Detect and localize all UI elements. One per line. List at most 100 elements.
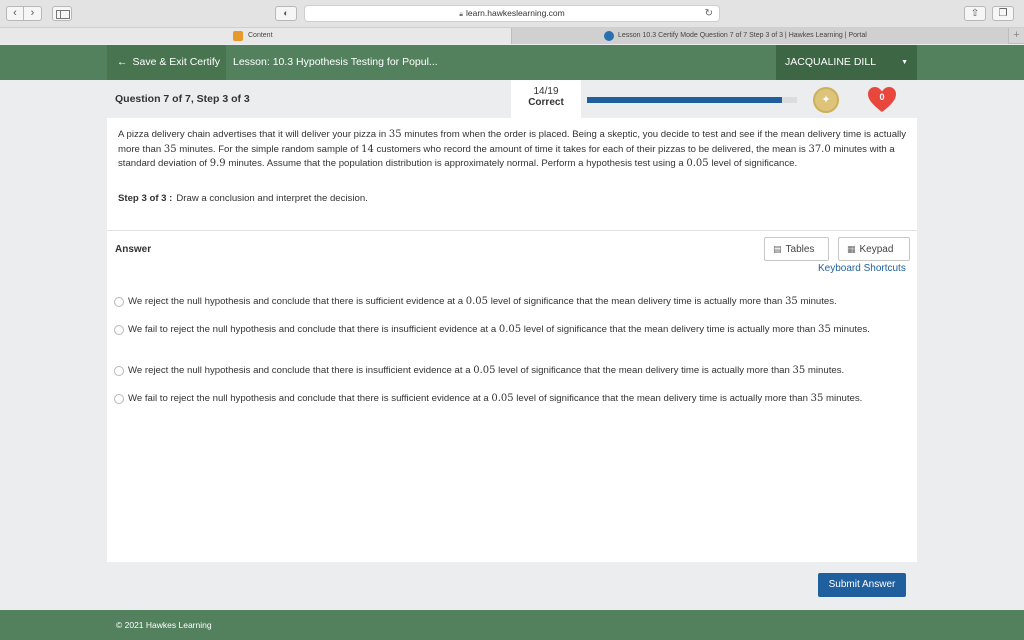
shield-icon: ◐ [283,8,289,18]
caret-down-icon: ▼ [901,59,908,66]
answer-option-2[interactable]: We fail to reject the null hypothesis an… [114,323,914,337]
option-number: 0.05 [491,393,514,404]
option-number: 0.05 [498,324,522,335]
option-number: 0.05 [473,365,496,376]
progress-bar-fill [587,97,783,103]
question-number: 35 [388,129,402,140]
option-number: 0.05 [465,296,489,307]
nav-buttons: ‹ › [6,6,42,21]
option-text: We fail to reject the null hypothesis an… [128,392,862,406]
option-text-part: minutes. [805,365,845,376]
question-number: 35 [163,143,177,155]
score-box: 14/19 Correct [511,80,581,118]
answer-option-3[interactable]: We reject the null hypothesis and conclu… [114,364,914,378]
content-favicon-icon [233,31,243,41]
user-menu[interactable]: JACQUALINE DILL ▼ [776,45,917,80]
question-text-part: A pizza delivery chain advertises that i… [118,129,389,140]
shield-button[interactable]: ◐ [275,6,297,21]
chevron-right-icon: › [30,7,35,19]
reload-icon[interactable]: ↻ [705,6,713,21]
progress-bar [587,97,797,103]
answer-label: Answer [115,244,152,255]
question-number: 9.9 [209,158,226,169]
tab-content[interactable]: Content [0,28,512,44]
step-text: Draw a conclusion and interpret the deci… [176,193,368,204]
user-name: JACQUALINE DILL [785,56,877,68]
step-instruction: Step 3 of 3 : Draw a conclusion and inter… [118,193,368,204]
radio-button[interactable] [114,394,124,404]
question-text-part: minutes. Assume that the population dist… [225,158,687,169]
new-tab-button[interactable]: + [1008,28,1024,44]
lock-icon: 🔒︎ [459,11,463,18]
tab-label: Lesson 10.3 Certify Mode Question 7 of 7… [618,32,867,39]
question-text-part: customers who record the amount of time … [373,143,809,155]
lesson-title: Lesson: 10.3 Hypothesis Testing for Popu… [233,56,438,68]
divider [107,230,917,231]
option-text-part: minutes. [823,393,863,404]
table-icon: ▤ [773,244,782,254]
score-label: Correct [528,97,564,108]
option-text-part: level of significance that the mean deli… [521,324,819,335]
answer-option-1[interactable]: We reject the null hypothesis and conclu… [114,295,914,309]
keypad-button[interactable]: ▦ Keypad [838,237,910,261]
tab-bar: Content Lesson 10.3 Certify Mode Questio… [0,28,1024,44]
radio-button[interactable] [114,325,124,335]
hearts-count: 0 [879,92,885,102]
option-text-part: minutes. [830,324,870,335]
url-text: learn.hawkeslearning.com [465,8,565,18]
question-number: 0.05 [686,158,709,169]
share-icon: ⇧ [970,8,980,19]
arrow-left-icon: ← [117,56,128,68]
sidebar-toggle-button[interactable] [52,6,72,21]
coin-icon[interactable]: ✦ [813,87,839,113]
question-text: A pizza delivery chain advertises that i… [118,128,908,172]
option-text-part: We fail to reject the null hypothesis an… [128,324,499,335]
save-exit-button[interactable]: ← Save & Exit Certify [107,45,226,80]
option-number: 35 [792,365,806,376]
option-text-part: level of significance that the mean deli… [513,393,811,404]
radio-button[interactable] [114,297,124,307]
share-button[interactable]: ⇧ [964,6,986,21]
hawkes-favicon-icon [604,31,614,41]
address-bar[interactable]: 🔒︎ learn.hawkeslearning.com ↻ [304,5,720,22]
copyright-text: © 2021 Hawkes Learning [116,620,212,630]
browser-toolbar: ‹ › ◐ 🔒︎ learn.hawkeslearning.com ↻ ⇧ ❐ [0,0,1024,28]
tabs-overview-button[interactable]: ❐ [992,6,1014,21]
footer: © 2021 Hawkes Learning [0,610,1024,640]
tables-label: Tables [785,244,815,255]
option-text-part: We reject the null hypothesis and conclu… [128,296,466,307]
tab-label: Content [248,32,273,39]
option-number: 35 [818,324,831,335]
question-number: 37.0 [808,143,831,155]
radio-button[interactable] [114,366,124,376]
option-text: We reject the null hypothesis and conclu… [128,295,837,309]
score-fraction: 14/19 [533,86,559,97]
keypad-icon: ▦ [847,244,856,254]
option-text-part: We reject the null hypothesis and conclu… [128,365,474,376]
option-text-part: level of significance that the mean deli… [495,365,793,376]
option-text-part: level of significance that the mean deli… [488,296,786,307]
question-text-part: level of significance. [708,158,798,169]
forward-button[interactable]: › [24,6,42,21]
keyboard-shortcuts-link[interactable]: Keyboard Shortcuts [818,263,906,274]
tabs-icon: ❐ [998,8,1008,19]
keypad-label: Keypad [859,244,894,255]
answer-option-4[interactable]: We fail to reject the null hypothesis an… [114,392,914,406]
submit-answer-button[interactable]: Submit Answer [818,573,906,597]
heart-icon[interactable]: 0 [867,86,897,114]
back-button[interactable]: ‹ [6,6,24,21]
save-exit-label: Save & Exit Certify [132,56,221,68]
option-text: We reject the null hypothesis and conclu… [128,364,844,378]
app-header: ← Save & Exit Certify Lesson: 10.3 Hypoth… [0,45,1024,80]
tab-lesson[interactable]: Lesson 10.3 Certify Mode Question 7 of 7… [512,28,1008,44]
option-text-part: We fail to reject the null hypothesis an… [128,393,492,404]
option-number: 35 [785,296,798,307]
chevron-left-icon: ‹ [13,7,17,19]
option-number: 35 [810,393,824,404]
tables-button[interactable]: ▤ Tables [764,237,829,261]
option-text-part: minutes. [797,296,837,307]
option-text: We fail to reject the null hypothesis an… [128,323,870,337]
submit-area: Submit Answer [107,562,917,610]
question-number: 14 [361,143,374,155]
question-text-part: minutes. For the simple random sample of [176,143,362,155]
